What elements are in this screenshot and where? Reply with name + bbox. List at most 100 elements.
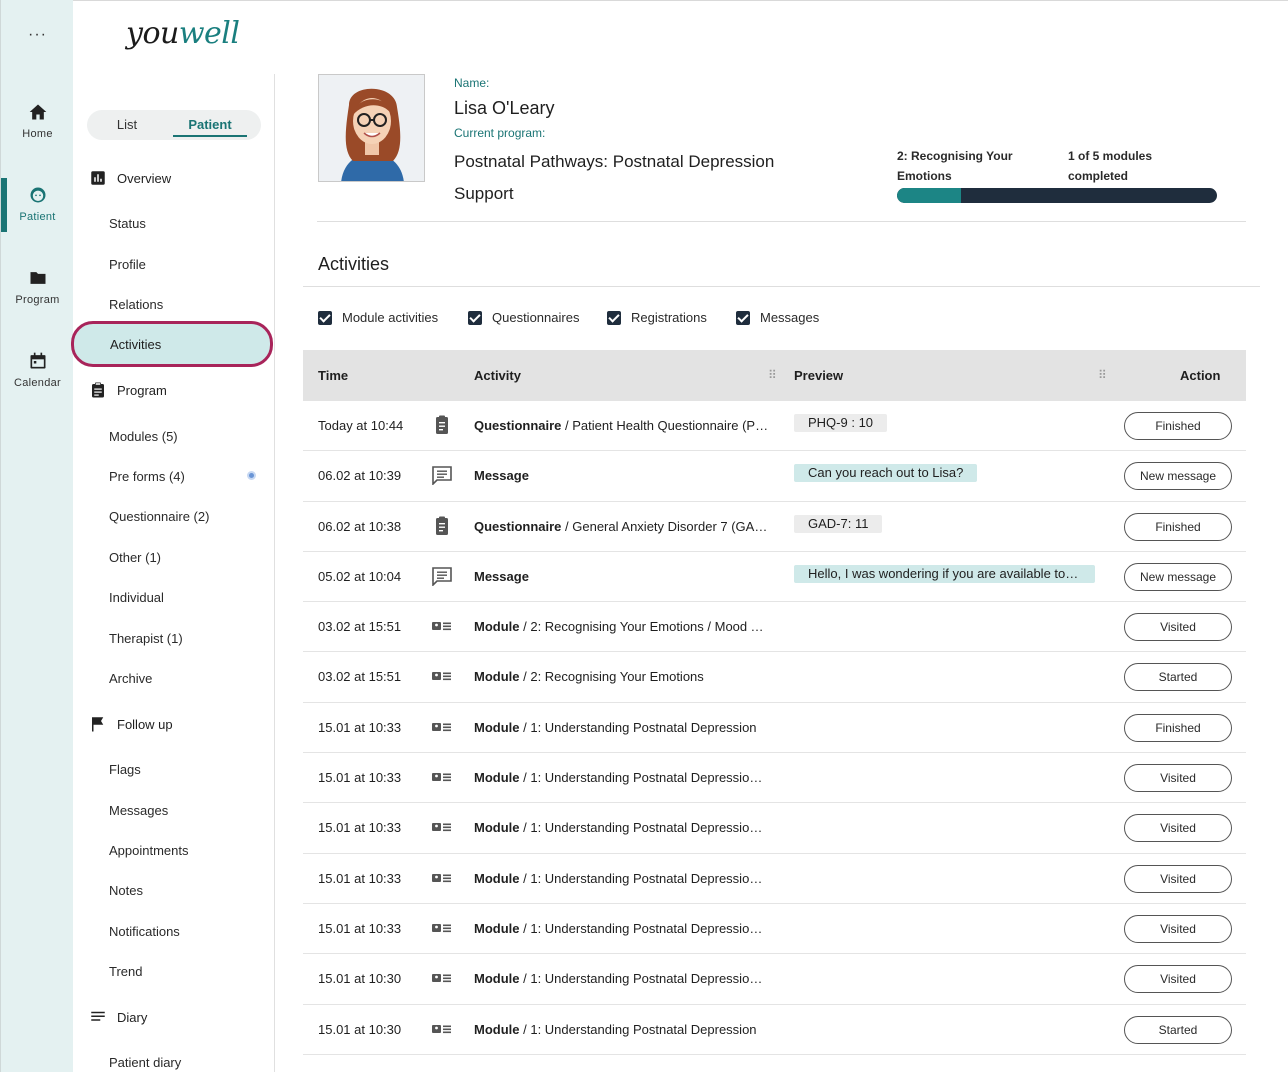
table-row[interactable]: 03.02 at 15:51 Module / 2: Recognising Yo… xyxy=(303,652,1246,703)
table-row[interactable]: 03.02 at 15:51 Module / 2: Recognising Yo… xyxy=(303,602,1246,653)
column-resize-handle-icon[interactable]: ⠿ xyxy=(768,368,777,382)
module-icon xyxy=(431,616,453,636)
table-row[interactable]: 05.02 at 10:04 Message Hello, I was wonder… xyxy=(303,552,1246,603)
table-row[interactable]: 15.01 at 10:30 Module / 1: Understanding … xyxy=(303,954,1246,1005)
row-action-button[interactable]: Visited xyxy=(1124,814,1232,843)
row-action-button[interactable]: Started xyxy=(1124,1015,1232,1044)
row-action-button[interactable]: New message xyxy=(1124,562,1232,591)
row-activity-kind: Module xyxy=(474,820,520,836)
row-activity-detail: / 2: Recognising Your Emotions / Mood Tr… xyxy=(519,619,769,635)
row-action-button[interactable]: Finished xyxy=(1124,512,1232,541)
sidebar-item-questionnaire[interactable]: Questionnaire (2) xyxy=(109,509,209,524)
row-activity: Message xyxy=(474,569,769,584)
sidebar-item-notifications[interactable]: Notifications xyxy=(109,924,180,939)
program-progress-bar xyxy=(897,188,1217,203)
rail-item-patient[interactable]: Patient xyxy=(1,185,74,239)
section-diary[interactable]: Diary xyxy=(89,1005,147,1029)
section-follow-up[interactable]: Follow up xyxy=(89,712,173,736)
table-row[interactable]: 15.01 at 10:30 Module / 1: Understanding … xyxy=(303,1005,1246,1055)
switch-patient[interactable]: Patient xyxy=(173,110,247,140)
row-activity-detail: / Patient Health Questionnaire (PHQ-9) xyxy=(561,418,769,433)
sidebar-item-label: Activities xyxy=(110,337,162,352)
filter-messages[interactable]: Messages xyxy=(736,310,819,325)
table-row[interactable]: 06.02 at 10:39 Message Can you reach out t… xyxy=(303,451,1246,502)
column-action[interactable]: Action xyxy=(1180,368,1220,383)
sidebar-item-trend[interactable]: Trend xyxy=(109,964,142,979)
table-body: Today at 10:44 Questionnaire / Patient He… xyxy=(303,401,1246,1055)
rail-item-program[interactable]: Program xyxy=(1,268,74,322)
row-action-button[interactable]: New message xyxy=(1124,462,1232,491)
table-row[interactable]: 15.01 at 10:33 Module / 1: Understanding … xyxy=(303,703,1246,754)
sidebar-item-notes[interactable]: Notes xyxy=(109,883,143,898)
row-action-button[interactable]: Visited xyxy=(1124,965,1232,994)
row-activity: Module / 1: Understanding Postnatal Depr… xyxy=(474,971,769,986)
row-action-button[interactable]: Started xyxy=(1124,663,1232,692)
section-overview[interactable]: Overview xyxy=(89,166,171,190)
row-action-button[interactable]: Finished xyxy=(1124,412,1232,440)
column-time[interactable]: Time xyxy=(318,368,348,383)
avatar-illustration xyxy=(319,75,424,181)
sidebar-item-relations[interactable]: Relations xyxy=(109,297,163,312)
sidebar-item-activities[interactable]: Activities xyxy=(71,321,273,367)
checkbox-checked-icon xyxy=(468,310,482,325)
table-row[interactable]: 15.01 at 10:33 Module / 1: Understanding … xyxy=(303,753,1246,804)
row-activity-kind: Module xyxy=(474,971,520,987)
flag-icon xyxy=(92,717,104,732)
filter-registrations[interactable]: Registrations xyxy=(607,310,707,325)
row-activity: Module / 2: Recognising Your Emotions xyxy=(474,669,769,684)
sidebar-item-individual[interactable]: Individual xyxy=(109,590,164,605)
row-time: 03.02 at 15:51 xyxy=(318,669,402,685)
module-icon xyxy=(431,717,453,737)
row-action-button[interactable]: Visited xyxy=(1124,764,1232,793)
sidebar-item-therapist[interactable]: Therapist (1) xyxy=(109,631,183,646)
more-menu-icon[interactable]: ··· xyxy=(1,26,74,44)
row-action-button[interactable]: Visited xyxy=(1124,613,1232,642)
filter-module-activities[interactable]: Module activities xyxy=(318,310,438,325)
table-row[interactable]: 15.01 at 10:33 Module / 1: Understanding … xyxy=(303,803,1246,854)
sidebar-item-patient-diary[interactable]: Patient diary xyxy=(109,1055,181,1070)
sidebar-item-pre-forms[interactable]: Pre forms (4) xyxy=(109,469,185,484)
row-activity-kind: Questionnaire xyxy=(474,418,562,433)
table-row[interactable]: Today at 10:44 Questionnaire / Patient He… xyxy=(303,401,1246,452)
row-activity-detail: / 1: Understanding Postnatal Depression … xyxy=(523,820,769,836)
checkbox-checked-icon xyxy=(736,310,750,325)
sidebar-item-flags[interactable]: Flags xyxy=(109,762,141,777)
sidebar-item-archive[interactable]: Archive xyxy=(109,671,152,686)
row-activity: Module / 1: Understanding Postnatal Depr… xyxy=(474,921,769,936)
row-action-button[interactable]: Visited xyxy=(1124,914,1232,943)
row-action-button[interactable]: Visited xyxy=(1124,864,1232,893)
column-activity[interactable]: Activity xyxy=(474,368,521,383)
title-divider xyxy=(303,286,1260,287)
filter-questionnaires[interactable]: Questionnaires xyxy=(468,310,579,325)
checkbox-checked-icon xyxy=(607,310,621,325)
row-activity-kind: Module xyxy=(474,870,520,886)
rail-item-calendar[interactable]: Calendar xyxy=(1,351,74,405)
row-activity: Module / 1: Understanding Postnatal Depr… xyxy=(474,1022,769,1037)
switch-list[interactable]: List xyxy=(87,110,167,140)
row-activity-kind: Module xyxy=(474,1021,520,1037)
nav-rail: ··· Home Patient Program Calendar xyxy=(0,0,73,1072)
text-lines-icon xyxy=(91,1011,105,1021)
section-program[interactable]: Program xyxy=(89,378,167,402)
column-resize-handle-icon[interactable]: ⠿ xyxy=(1098,368,1107,382)
notification-dot-icon xyxy=(247,471,256,480)
sidebar-item-profile[interactable]: Profile xyxy=(109,257,146,272)
table-row[interactable]: 15.01 at 10:33 Module / 1: Understanding … xyxy=(303,904,1246,955)
row-action-button[interactable]: Finished xyxy=(1124,713,1232,742)
sidebar-item-modules[interactable]: Modules (5) xyxy=(109,429,178,444)
row-activity-detail: / 2: Recognising Your Emotions xyxy=(519,669,704,685)
sidebar-item-status[interactable]: Status xyxy=(109,216,146,231)
bar-chart-icon xyxy=(91,171,105,185)
sidebar-item-messages[interactable]: Messages xyxy=(109,803,168,818)
table-row[interactable]: 15.01 at 10:33 Module / 1: Understanding … xyxy=(303,854,1246,904)
row-activity-kind: Questionnaire xyxy=(474,518,562,534)
rail-item-home[interactable]: Home xyxy=(1,102,74,156)
sidebar-item-appointments[interactable]: Appointments xyxy=(109,843,189,858)
row-activity-kind: Module xyxy=(474,669,520,685)
row-activity: Questionnaire / General Anxiety Disorder… xyxy=(474,519,769,534)
row-time: 05.02 at 10:04 xyxy=(318,568,402,584)
column-preview[interactable]: Preview xyxy=(794,368,843,383)
module-icon xyxy=(431,918,453,938)
table-row[interactable]: 06.02 at 10:38 Questionnaire / General An… xyxy=(303,502,1246,552)
sidebar-item-other[interactable]: Other (1) xyxy=(109,550,161,565)
